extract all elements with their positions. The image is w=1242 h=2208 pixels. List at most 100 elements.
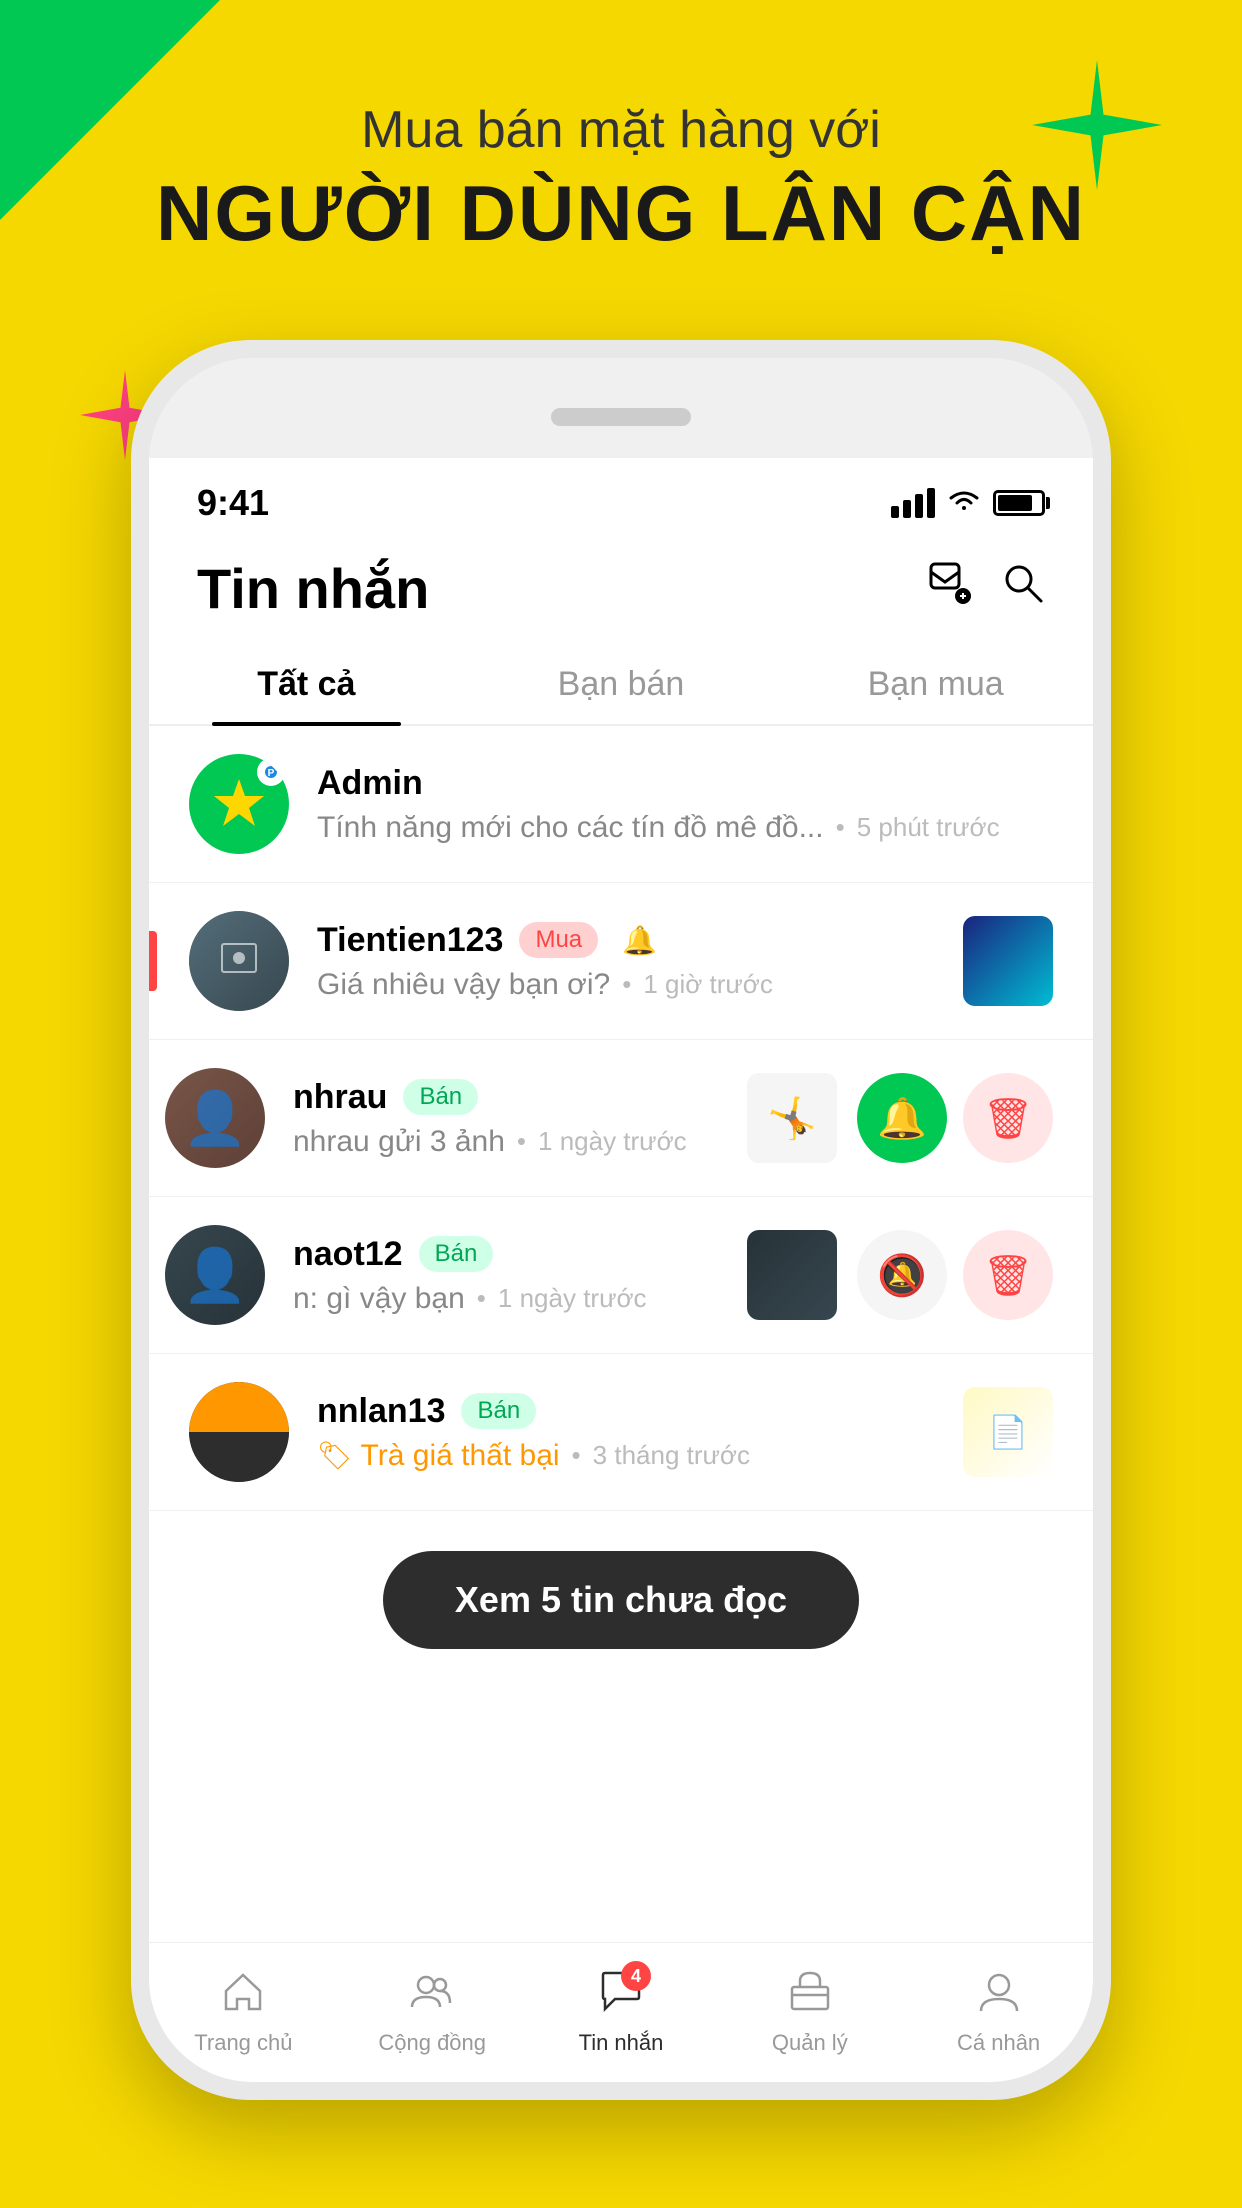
dot-separator: • [477,1283,486,1314]
header-section: Mua bán mặt hàng với NGƯỜI DÙNG LÂN CẬN [0,100,1242,259]
nav-profile-label: Cá nhân [957,2030,1040,2056]
svg-text:P: P [268,768,275,779]
tag-sell: Bán [403,1079,478,1115]
sender-name: Admin [317,764,423,803]
avatar: 👤 [165,1225,265,1325]
app-header: Tin nhắn [149,540,1093,645]
message-thumbnail: 🤸 [747,1073,837,1163]
phone-screen: 9:41 [149,458,1093,2082]
unread-button[interactable]: Xem 5 tin chưa đọc [383,1551,859,1649]
message-time: 3 tháng trước [593,1440,750,1471]
message-preview: Giá nhiêu vậy bạn ơi? [317,968,610,1002]
search-icon[interactable] [1001,561,1045,616]
message-preview: nhrau gửi 3 ảnh [293,1125,505,1159]
message-preview: Tính năng mới cho các tín đồ mê đồ... [317,811,824,845]
phone-speaker [551,408,691,426]
manage-icon [788,1969,832,2024]
header-subtitle: Mua bán mặt hàng với [0,100,1242,160]
message-top: nnlan13 Bán [317,1392,947,1431]
unread-button-container: Xem 5 tin chưa đọc [149,1511,1093,1669]
header-title: NGƯỜI DÙNG LÂN CẬN [0,168,1242,259]
tag-icon: 🏷 [317,1439,353,1472]
price-tag: 🏷 Trà giá thất bại [317,1439,560,1473]
compose-icon[interactable] [927,560,973,617]
message-top: naot12 Bán [293,1235,735,1274]
message-top: Admin [317,764,1053,803]
dot-separator: • [572,1440,581,1471]
status-time: 9:41 [197,482,269,524]
sender-name: nnlan13 [317,1392,445,1431]
tab-buyer[interactable]: Bạn mua [778,645,1093,724]
tab-seller[interactable]: Bạn bán [464,645,779,724]
sender-name: Tientien123 [317,921,503,960]
sender-name: naot12 [293,1235,403,1274]
message-top: nhrau Bán [293,1078,735,1117]
messages-icon: 4 [599,1969,643,2024]
nav-community-label: Cộng đồng [378,2030,486,2056]
nav-manage[interactable]: Quản lý [715,1969,904,2056]
nav-home-label: Trang chủ [194,2030,292,2056]
message-thumbnail [747,1230,837,1320]
phone-mockup: 9:41 [131,340,1111,2100]
battery-icon [993,490,1045,516]
wifi-icon [947,486,981,521]
sender-name: nhrau [293,1078,387,1117]
unread-indicator [149,931,157,991]
message-time: 5 phút trước [857,812,1000,843]
swipe-actions: 🔔 🗑 [857,1073,1053,1163]
swipe-actions: 🔕 🗑 [857,1230,1053,1320]
profile-icon [977,1969,1021,2024]
dot-separator: • [517,1126,526,1157]
message-item[interactable]: nnlan13 Bán 🏷 Trà giá thất bại • 3 tháng… [149,1354,1093,1511]
message-content: nhrau Bán nhrau gửi 3 ảnh • 1 ngày trước [293,1078,735,1159]
message-time: 1 ngày trước [538,1126,687,1157]
mute-button[interactable]: 🔕 [857,1230,947,1320]
message-time: 1 ngày trước [498,1283,647,1314]
nav-community[interactable]: Cộng đồng [338,1969,527,2056]
tag-sell: Bán [419,1236,494,1272]
message-preview: n: gì vậy bạn [293,1282,465,1316]
message-content: Admin Tính năng mới cho các tín đồ mê đồ… [317,764,1053,845]
tab-all[interactable]: Tất cả [149,645,464,724]
delete-button[interactable]: 🗑 [963,1230,1053,1320]
message-item[interactable]: 👤 nhrau Bán nhrau gửi 3 ảnh • 1 ngày trư… [149,1040,1093,1197]
phone-frame: 9:41 [131,340,1111,2100]
avatar [189,1382,289,1482]
dot-separator: • [836,812,845,843]
message-top: Tientien123 Mua 🔔 [317,921,947,960]
dot-separator: • [622,969,631,1000]
nav-home[interactable]: Trang chủ [149,1969,338,2056]
message-item[interactable]: P Admin Tính năng mới cho các tín đồ mê … [149,726,1093,883]
tag-sell: Bán [461,1393,536,1429]
avatar-badge: P [257,758,285,786]
tabs: Tất cả Bạn bán Bạn mua [149,645,1093,726]
notify-button[interactable]: 🔔 [857,1073,947,1163]
message-content: naot12 Bán n: gì vậy bạn • 1 ngày trước [293,1235,735,1316]
nav-profile[interactable]: Cá nhân [904,1969,1093,2056]
message-content: Tientien123 Mua 🔔 Giá nhiêu vậy bạn ơi? … [317,921,947,1002]
message-item[interactable]: Tientien123 Mua 🔔 Giá nhiêu vậy bạn ơi? … [149,883,1093,1040]
delete-button[interactable]: 🗑 [963,1073,1053,1163]
message-content: nnlan13 Bán 🏷 Trà giá thất bại • 3 tháng… [317,1392,947,1473]
messages-list: P Admin Tính năng mới cho các tín đồ mê … [149,726,1093,1669]
nav-messages[interactable]: 4 Tin nhắn [527,1969,716,2056]
community-icon [410,1969,454,2024]
phone-inner: 9:41 [149,358,1093,2082]
message-item[interactable]: 👤 naot12 Bán n: gì vậy bạn • 1 ngày trướ… [149,1197,1093,1354]
message-time: 1 giờ trước [643,969,773,1000]
avatar: 👤 [165,1068,265,1168]
app-title: Tin nhắn [197,556,429,621]
message-badge: 4 [621,1961,651,1991]
avatar: P [189,754,289,854]
status-icons [891,486,1045,521]
home-icon [221,1969,265,2024]
mute-icon: 🔔 [622,924,657,957]
header-actions [927,560,1045,617]
signal-icon [891,488,935,518]
message-thumbnail [963,916,1053,1006]
tag-buy: Mua [519,922,598,958]
nav-manage-label: Quản lý [772,2030,848,2056]
avatar [189,911,289,1011]
message-thumbnail: 📄 [963,1387,1053,1477]
price-tag-label: Trà giá thất bại [361,1439,560,1473]
